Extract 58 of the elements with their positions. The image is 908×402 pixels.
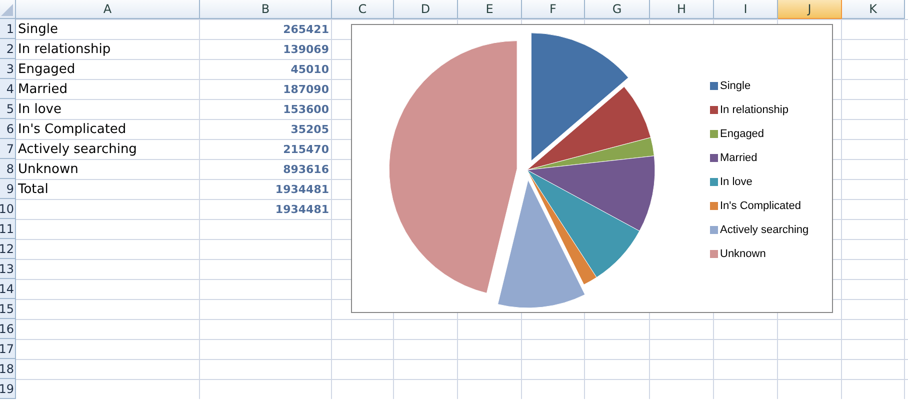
column-header[interactable]: B	[200, 0, 332, 19]
table-cell: Total	[18, 182, 48, 196]
row-header[interactable]: 14	[0, 279, 16, 299]
legend-label: Actively searching	[720, 224, 809, 236]
row-header[interactable]: 2	[0, 39, 16, 59]
column-header[interactable]: K	[842, 0, 905, 19]
table-cell: In love	[18, 102, 62, 116]
row-header[interactable]: 5	[0, 99, 16, 119]
legend-label: Unknown	[720, 248, 766, 260]
row-header[interactable]: 18	[0, 359, 16, 379]
table-cell: Actively searching	[18, 142, 137, 156]
row-header[interactable]: 15	[0, 299, 16, 319]
column-header[interactable]: J	[778, 0, 842, 19]
row-header[interactable]: 11	[0, 219, 16, 239]
row-header[interactable]: 9	[0, 179, 16, 199]
row-header[interactable]: 6	[0, 119, 16, 139]
table-cell: 45010	[290, 62, 329, 76]
column-header[interactable]: D	[394, 0, 458, 19]
table-cell: In relationship	[18, 42, 111, 56]
row-header[interactable]: 1	[0, 19, 16, 39]
column-header[interactable]: F	[522, 0, 585, 19]
table-cell: 1934481	[275, 202, 329, 216]
column-header[interactable]: E	[458, 0, 522, 19]
legend-label: In relationship	[720, 104, 788, 116]
table-cell: Unknown	[18, 162, 78, 176]
legend-label: Engaged	[720, 128, 764, 140]
table-cell: Married	[18, 82, 68, 96]
table-cell: Single	[18, 22, 58, 36]
row-header[interactable]: 17	[0, 339, 16, 359]
row-header[interactable]: 13	[0, 259, 16, 279]
table-cell: In's Complicated	[18, 122, 126, 136]
select-all-icon[interactable]	[1, 4, 13, 16]
table-cell: 153600	[283, 102, 329, 116]
legend-label: Single	[720, 80, 751, 92]
row-header[interactable]: 7	[0, 139, 16, 159]
row-header[interactable]: 3	[0, 59, 16, 79]
table-cell: 35205	[290, 122, 329, 136]
column-header[interactable]: G	[585, 0, 650, 19]
column-header[interactable]: H	[650, 0, 714, 19]
table-cell: 1934481	[275, 182, 329, 196]
table-cell: 139069	[283, 42, 329, 56]
row-header[interactable]: 4	[0, 79, 16, 99]
table-cell: 187090	[283, 82, 329, 96]
row-header[interactable]: 12	[0, 239, 16, 259]
column-header[interactable]: I	[714, 0, 778, 19]
row-header[interactable]: 16	[0, 319, 16, 339]
legend-label: In love	[720, 176, 752, 188]
row-header[interactable]: 10	[0, 199, 16, 219]
row-header[interactable]: 8	[0, 159, 16, 179]
row-header[interactable]: 19	[0, 379, 16, 399]
legend-label: In's Complicated	[720, 200, 801, 212]
table-cell: 215470	[283, 142, 329, 156]
column-header[interactable]: A	[16, 0, 200, 19]
table-cell: 265421	[283, 22, 329, 36]
legend-label: Married	[720, 152, 758, 164]
table-cell: 893616	[283, 162, 329, 176]
table-cell: Engaged	[18, 62, 76, 76]
column-header[interactable]: C	[332, 0, 394, 19]
